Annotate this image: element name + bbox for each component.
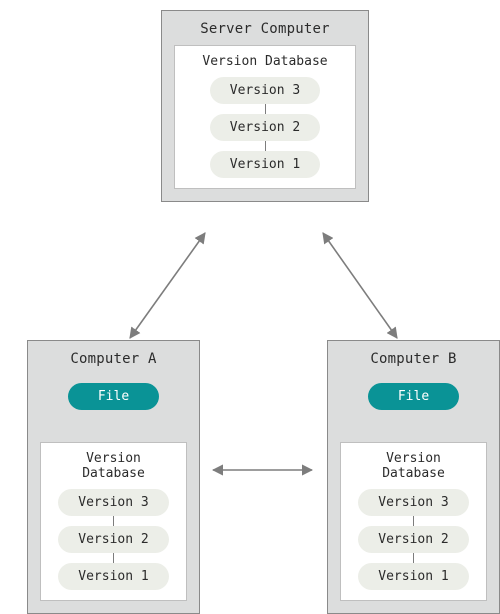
clientB-version-1: Version 1 [358, 563, 468, 590]
version-connector [413, 516, 414, 526]
clientB-version-2: Version 2 [358, 526, 468, 553]
clientB-version-3: Version 3 [358, 489, 468, 516]
server-version-database: Version Database Version 3 Version 2 Ver… [174, 45, 356, 189]
server-version-3: Version 3 [210, 77, 320, 104]
clientA-vdb-label: Version Database [51, 451, 176, 481]
version-connector [413, 553, 414, 563]
clientA-version-3: Version 3 [58, 489, 168, 516]
clientA-file-pill: File [68, 383, 159, 410]
server-computer-box: Server Computer Version Database Version… [161, 10, 369, 202]
server-title: Server Computer [162, 11, 368, 45]
clientA-computer-box: Computer A File Version Database Version… [27, 340, 200, 614]
edge-server-clientA [130, 233, 205, 338]
server-version-list: Version 3 Version 2 Version 1 [185, 77, 345, 178]
edge-server-clientB [323, 233, 397, 338]
version-connector [265, 104, 266, 114]
version-connector [113, 553, 114, 563]
clientA-version-1: Version 1 [58, 563, 168, 590]
server-vdb-label: Version Database [185, 54, 345, 69]
clientB-version-database: Version Database Version 3 Version 2 Ver… [340, 442, 487, 601]
clientA-version-database: Version Database Version 3 Version 2 Ver… [40, 442, 187, 601]
clientB-computer-box: Computer B File Version Database Version… [327, 340, 500, 614]
clientB-title: Computer B [328, 341, 499, 375]
version-connector [265, 141, 266, 151]
clientB-version-list: Version 3 Version 2 Version 1 [351, 489, 476, 590]
clientB-vdb-label: Version Database [351, 451, 476, 481]
clientA-version-list: Version 3 Version 2 Version 1 [51, 489, 176, 590]
version-connector [113, 516, 114, 526]
server-version-1: Version 1 [210, 151, 320, 178]
dvcs-diagram: Server Computer Version Database Version… [0, 0, 500, 599]
clientA-title: Computer A [28, 341, 199, 375]
server-version-2: Version 2 [210, 114, 320, 141]
clientA-version-2: Version 2 [58, 526, 168, 553]
clientB-file-pill: File [368, 383, 459, 410]
